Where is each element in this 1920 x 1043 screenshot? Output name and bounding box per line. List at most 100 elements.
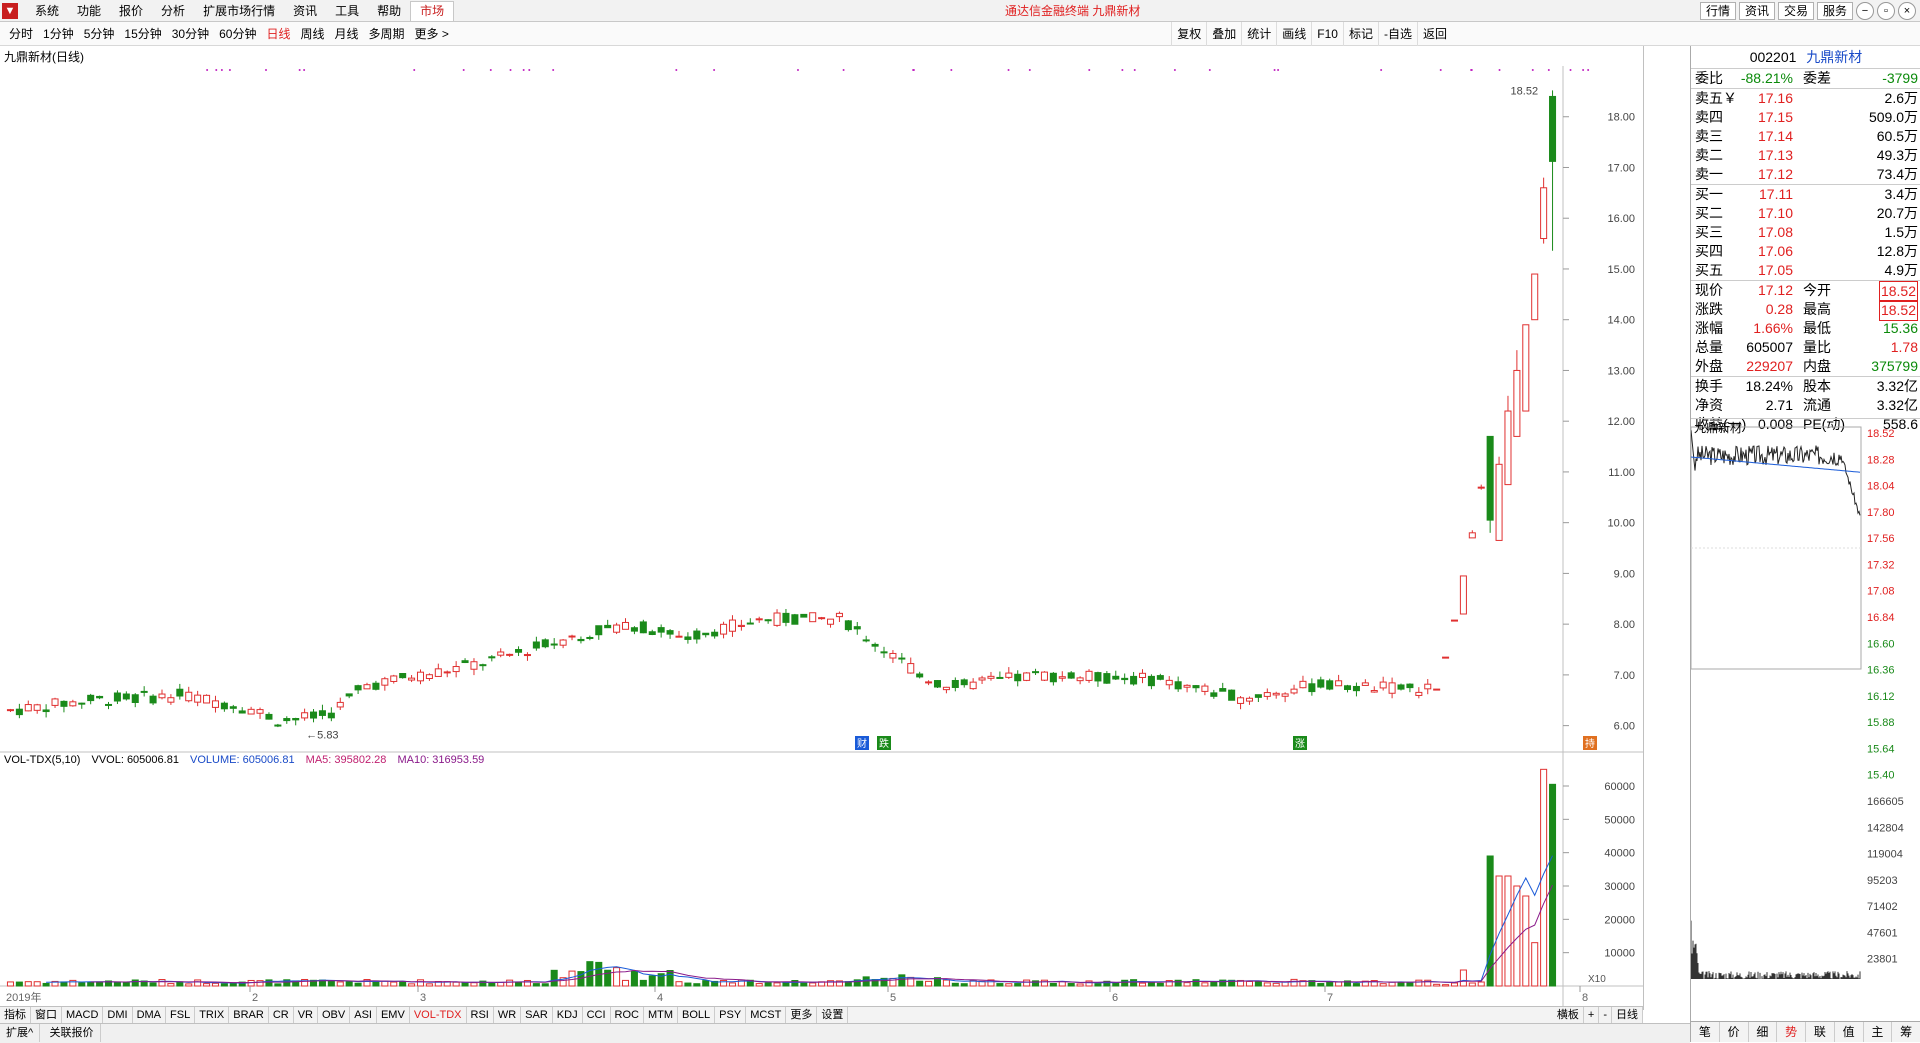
- indicator-21[interactable]: BOLL: [678, 1007, 716, 1024]
- tool-overlay[interactable]: 叠加: [1206, 22, 1241, 46]
- side-tab-5[interactable]: 值: [1835, 1022, 1864, 1042]
- close-icon[interactable]: ×: [1898, 2, 1916, 20]
- tool-mark[interactable]: 标记: [1342, 22, 1378, 46]
- side-tab-0[interactable]: 笔: [1691, 1022, 1720, 1042]
- period-1min[interactable]: 1分钟: [38, 22, 79, 46]
- event-mark-1[interactable]: 跌: [879, 737, 889, 750]
- candle-body: [1379, 681, 1387, 689]
- volume-bar: [755, 983, 763, 987]
- indicator-4[interactable]: DMA: [133, 1007, 167, 1024]
- indicator-19[interactable]: ROC: [611, 1007, 644, 1024]
- period-30min[interactable]: 30分钟: [167, 22, 214, 46]
- menu-quote[interactable]: 报价: [110, 0, 152, 22]
- stock-name[interactable]: 九鼎新材: [1806, 49, 1862, 65]
- indicator-18[interactable]: CCI: [583, 1007, 611, 1024]
- indicator-22[interactable]: PSY: [715, 1007, 747, 1024]
- period-monthly[interactable]: 月线: [330, 22, 364, 46]
- indicator-6[interactable]: TRIX: [195, 1007, 230, 1024]
- kline-chart[interactable]: 18.00 17.00 16.00 15.00 14.00 13.00 12.00 11.00…: [0, 46, 1644, 1010]
- menu-function[interactable]: 功能: [68, 0, 110, 22]
- mini-intraday-svg[interactable]: 18.52 18.28 18.04 17.80 17.56 17.32 17.08 16.84…: [1690, 419, 1920, 1019]
- volume-tick-3: 30000: [1604, 881, 1635, 893]
- trade-button[interactable]: 交易: [1777, 2, 1814, 20]
- tool-draw[interactable]: 画线: [1276, 22, 1311, 46]
- tool-f10[interactable]: F10: [1311, 22, 1343, 46]
- indicator-17[interactable]: KDJ: [553, 1007, 583, 1024]
- side-tab-2[interactable]: 细: [1749, 1022, 1778, 1042]
- indicator-12[interactable]: EMV: [377, 1007, 410, 1024]
- chart-mode-3[interactable]: 日线: [1612, 1007, 1643, 1024]
- period-15min[interactable]: 15分钟: [119, 22, 166, 46]
- indicator-23[interactable]: MCST: [746, 1007, 787, 1024]
- signal-dot: [206, 69, 209, 71]
- volume-bar: [1130, 979, 1138, 987]
- menu-system[interactable]: 系统: [26, 0, 68, 22]
- period-5min[interactable]: 5分钟: [79, 22, 120, 46]
- menu-ext-market[interactable]: 扩展市场行情: [194, 0, 284, 22]
- period-multi[interactable]: 多周期: [364, 22, 410, 46]
- side-tab-7[interactable]: 筹: [1892, 1022, 1920, 1042]
- restore-icon[interactable]: ▫: [1877, 2, 1895, 20]
- kline-svg[interactable]: 18.00 17.00 16.00 15.00 14.00 13.00 12.00 11.00…: [0, 46, 1643, 1006]
- minimize-icon[interactable]: −: [1856, 2, 1874, 20]
- indicator-3[interactable]: DMI: [103, 1007, 133, 1024]
- indicator-2[interactable]: MACD: [62, 1007, 104, 1024]
- indicator-0[interactable]: 指标: [0, 1007, 31, 1024]
- indicator-15[interactable]: WR: [494, 1007, 522, 1024]
- event-mark-0[interactable]: 财: [857, 737, 867, 750]
- news-button[interactable]: 资讯: [1738, 2, 1775, 20]
- indicator-11[interactable]: ASI: [350, 1007, 377, 1024]
- indicator-14[interactable]: RSI: [467, 1007, 494, 1024]
- menu-tools[interactable]: 工具: [326, 0, 368, 22]
- side-tab-4[interactable]: 联: [1806, 1022, 1835, 1042]
- period-more[interactable]: 更多 >: [410, 22, 454, 46]
- chart-mode-0[interactable]: 横板: [1553, 1007, 1584, 1024]
- period-intraday[interactable]: 分时: [4, 22, 38, 46]
- indicator-8[interactable]: CR: [269, 1007, 294, 1024]
- side-tab-3[interactable]: 势: [1777, 1022, 1806, 1042]
- chart-mode-1[interactable]: +: [1584, 1007, 1600, 1024]
- candle-body: [336, 701, 344, 708]
- indicator-24[interactable]: 更多: [786, 1007, 818, 1024]
- tool-back[interactable]: 返回: [1416, 22, 1452, 46]
- menu-market[interactable]: 市场: [410, 1, 455, 22]
- tool-watchlist[interactable]: -自选: [1377, 22, 1417, 46]
- menu-bar: ▼ 系统 功能 报价 分析 扩展市场行情 资讯 工具 帮助 市场 通达信金融终端…: [0, 0, 1920, 22]
- chart-mode-2[interactable]: -: [1599, 1007, 1612, 1024]
- mini-intraday[interactable]: 九鼎新材 18.52 18.28 18.04 17.80 17.56 17.32 17.08…: [1690, 418, 1920, 1022]
- menu-analysis[interactable]: 分析: [152, 0, 194, 22]
- service-button[interactable]: 服务: [1816, 2, 1853, 20]
- side-tab-6[interactable]: 主: [1864, 1022, 1893, 1042]
- candle-body: [604, 624, 612, 629]
- candle-body: [1504, 410, 1512, 486]
- top-right-buttons: 行情 资讯 交易 服务 − ▫ ×: [1699, 2, 1916, 20]
- weibi-row: 委比 -88.21% 委差 -3799: [1691, 69, 1920, 88]
- period-daily[interactable]: 日线: [261, 22, 295, 46]
- candle-body: [211, 700, 219, 708]
- volume-info: VOL-TDX(5,10) VVOL: 605006.81 VOLUME: 60…: [4, 754, 492, 766]
- indicator-16[interactable]: SAR: [521, 1007, 553, 1024]
- indicator-9[interactable]: VR: [294, 1007, 318, 1024]
- indicator-1[interactable]: 窗口: [31, 1007, 62, 1024]
- indicator-20[interactable]: MTM: [644, 1007, 679, 1024]
- menu-news[interactable]: 资讯: [284, 0, 326, 22]
- period-weekly[interactable]: 周线: [295, 22, 329, 46]
- indicator-10[interactable]: OBV: [318, 1007, 351, 1024]
- indicator-25[interactable]: 设置: [817, 1007, 849, 1024]
- side-tab-1[interactable]: 价: [1720, 1022, 1749, 1042]
- event-mark-3[interactable]: 持: [1585, 737, 1595, 750]
- sell-row-1-label: 卖一: [1695, 166, 1723, 182]
- indicator-13[interactable]: VOL-TDX: [410, 1007, 467, 1024]
- tool-adjust[interactable]: 复权: [1171, 22, 1206, 46]
- tool-stats[interactable]: 统计: [1241, 22, 1276, 46]
- related-quote-button[interactable]: 关联报价: [44, 1024, 101, 1042]
- event-mark-2[interactable]: 涨: [1295, 738, 1305, 750]
- menu-help[interactable]: 帮助: [368, 0, 410, 22]
- quote-button[interactable]: 行情: [1699, 2, 1736, 20]
- period-60min[interactable]: 60分钟: [214, 22, 261, 46]
- indicator-7[interactable]: BRAR: [229, 1007, 269, 1024]
- indicator-5[interactable]: FSL: [166, 1007, 196, 1024]
- expand-button[interactable]: 扩展^: [0, 1024, 41, 1042]
- candle-body: [550, 643, 558, 646]
- price-tick-7: 11.00: [1608, 467, 1635, 479]
